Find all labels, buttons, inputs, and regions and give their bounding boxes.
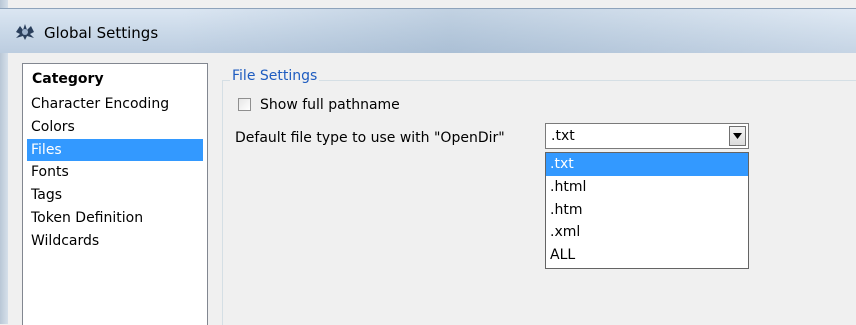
show-full-pathname-checkbox[interactable] [238, 98, 251, 111]
category-item-colors[interactable]: Colors [27, 116, 203, 139]
file-type-option-txt[interactable]: .txt [546, 153, 748, 176]
default-file-type-label: Default file type to use with "OpenDir" [235, 130, 505, 146]
file-type-option-html[interactable]: .html [546, 176, 748, 199]
title-bar[interactable]: Global Settings [0, 8, 856, 53]
file-type-option-htm[interactable]: .htm [546, 199, 748, 222]
category-list[interactable]: Character Encoding Colors Files Fonts Ta… [27, 93, 203, 253]
window-title: Global Settings [44, 24, 159, 42]
file-settings-group [222, 80, 856, 325]
file-type-dropdown-list[interactable]: .txt .html .htm .xml ALL [545, 152, 749, 269]
category-item-tags[interactable]: Tags [27, 184, 203, 207]
category-item-wildcards[interactable]: Wildcards [27, 230, 203, 253]
chevron-down-icon [733, 133, 742, 139]
category-panel: Category Character Encoding Colors Files… [22, 63, 208, 325]
category-item-character-encoding[interactable]: Character Encoding [27, 93, 203, 116]
category-item-files[interactable]: Files [27, 138, 203, 162]
app-gear-icon [14, 23, 36, 41]
category-item-fonts[interactable]: Fonts [27, 161, 203, 184]
category-header: Category [32, 71, 104, 87]
file-settings-legend: File Settings [230, 68, 320, 84]
show-full-pathname-label[interactable]: Show full pathname [260, 97, 400, 113]
category-item-token-definition[interactable]: Token Definition [27, 207, 203, 230]
file-type-option-xml[interactable]: .xml [546, 221, 748, 244]
default-file-type-value: .txt [551, 128, 575, 144]
dropdown-arrow-button[interactable] [729, 126, 746, 146]
default-file-type-combobox[interactable]: .txt [545, 123, 749, 149]
file-type-option-all[interactable]: ALL [546, 244, 748, 267]
title-bar-shade [180, 9, 856, 53]
